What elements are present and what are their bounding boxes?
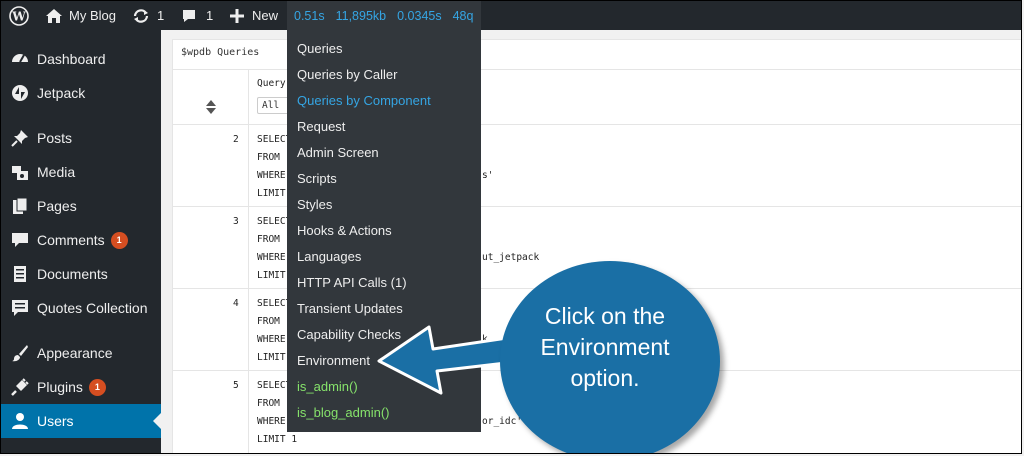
- dashboard-icon: [10, 49, 30, 69]
- query-from: FROM: [257, 152, 280, 163]
- qm-query-count: 48q: [452, 8, 474, 23]
- panel-title: $wpdb Queries: [181, 47, 260, 58]
- query-from: FROM: [257, 234, 280, 245]
- qm-menu-languages[interactable]: Languages: [297, 249, 361, 264]
- pages-icon: [10, 196, 30, 216]
- qm-menu-is-blog-admin[interactable]: is_blog_admin(): [297, 405, 390, 420]
- query-where: WHERE: [257, 334, 286, 345]
- qm-memory: 11,895kb: [335, 8, 387, 23]
- admin-sidebar: Dashboard Jetpack Posts Media Pages Comm…: [1, 30, 161, 453]
- home-icon: [45, 8, 63, 24]
- query-monitor-menu[interactable]: 0.51s 11,895kb 0.0345s 48q: [287, 1, 481, 30]
- screenshot-frame: W My Blog 1 1 New 0.51s 11,895kb 0.0345s…: [0, 0, 1022, 454]
- new-content-link[interactable]: New: [230, 1, 278, 30]
- qm-menu-queries-by-caller[interactable]: Queries by Caller: [297, 67, 397, 82]
- row-number: 5: [233, 380, 239, 391]
- sidebar-item-label: Documents: [37, 266, 108, 282]
- qm-db-time: 0.0345s: [397, 8, 442, 23]
- sidebar-item-comments[interactable]: Comments 1: [1, 223, 161, 257]
- sidebar-item-posts[interactable]: Posts: [1, 121, 161, 155]
- query-limit: LIMIT: [257, 270, 286, 281]
- plug-icon: [10, 377, 30, 397]
- query-limit: LIMIT: [257, 352, 286, 363]
- sidebar-item-label: Users: [37, 413, 74, 429]
- query-from: FROM: [257, 316, 280, 327]
- updates-count: 1: [157, 8, 165, 23]
- sidebar-item-jetpack[interactable]: Jetpack: [1, 76, 161, 110]
- query-where: WHERE: [257, 416, 286, 427]
- sidebar-item-label: Media: [37, 164, 76, 180]
- paintbrush-icon: [10, 343, 30, 363]
- pushpin-icon: [10, 128, 30, 148]
- site-name-link[interactable]: My Blog: [45, 1, 116, 30]
- sidebar-item-label: Quotes Collection: [37, 300, 148, 316]
- qm-menu-queries-by-component[interactable]: Queries by Component: [297, 93, 431, 108]
- query-from: FROM: [257, 398, 280, 409]
- quote-icon: [10, 298, 30, 318]
- callout-line-3: option.: [570, 365, 640, 391]
- query-limit: LIMIT: [257, 188, 286, 199]
- query-where-value: ut_jetpack: [482, 252, 540, 263]
- sidebar-item-dashboard[interactable]: Dashboard: [1, 42, 161, 76]
- comments-count: 1: [206, 8, 214, 23]
- sidebar-item-label: Comments: [37, 232, 105, 248]
- callout-text: Click on the Environment option.: [500, 301, 710, 394]
- qm-menu-environment[interactable]: Environment: [297, 353, 370, 368]
- sidebar-item-label: Jetpack: [37, 85, 86, 101]
- qm-menu-admin-screen[interactable]: Admin Screen: [297, 145, 379, 160]
- comment-icon: [181, 8, 197, 24]
- qm-menu-styles[interactable]: Styles: [297, 197, 332, 212]
- active-menu-arrow: [153, 413, 161, 429]
- site-name-label: My Blog: [69, 8, 116, 23]
- sidebar-item-plugins[interactable]: Plugins 1: [1, 370, 161, 404]
- sidebar-item-label: Posts: [37, 130, 73, 146]
- qm-menu-is-admin[interactable]: is_admin(): [297, 379, 358, 394]
- plugins-badge: 1: [88, 378, 106, 396]
- row-number: 2: [233, 134, 239, 145]
- new-label: New: [252, 8, 279, 23]
- sidebar-item-pages[interactable]: Pages: [1, 189, 161, 223]
- sidebar-item-documents[interactable]: Documents: [1, 257, 161, 291]
- svg-text:W: W: [11, 9, 26, 23]
- admin-bar: W My Blog 1 1 New 0.51s 11,895kb 0.0345s…: [1, 1, 1021, 30]
- sidebar-item-appearance[interactable]: Appearance: [1, 336, 161, 370]
- document-icon: [10, 264, 30, 284]
- column-divider: [248, 70, 249, 453]
- sidebar-item-label: Appearance: [37, 345, 113, 361]
- sidebar-item-label: Dashboard: [37, 51, 106, 67]
- qm-menu-hooks-actions[interactable]: Hooks & Actions: [297, 223, 392, 238]
- sidebar-item-quotes-collection[interactable]: Quotes Collection: [1, 291, 161, 325]
- query-where-value: or_idc': [482, 416, 523, 427]
- updates-icon: [132, 8, 150, 24]
- callout-line-2: Environment: [540, 334, 670, 360]
- qm-menu-request[interactable]: Request: [297, 119, 345, 134]
- plus-icon: [230, 8, 244, 23]
- callout-line-1: Click on the: [544, 303, 666, 329]
- query-column-header: Query: [257, 78, 286, 89]
- sidebar-item-media[interactable]: Media: [1, 155, 161, 189]
- row-number: 4: [233, 298, 239, 309]
- query-where: WHERE: [257, 170, 286, 181]
- user-icon: [10, 411, 30, 431]
- jetpack-icon: [10, 83, 30, 103]
- comment-icon: [10, 230, 30, 250]
- sidebar-item-users[interactable]: Users: [1, 404, 161, 438]
- sidebar-item-label: Plugins: [37, 379, 83, 395]
- row-number: 3: [233, 216, 239, 227]
- qm-menu-http-api-calls[interactable]: HTTP API Calls (1): [297, 275, 407, 290]
- updates-link[interactable]: 1: [132, 1, 164, 30]
- wordpress-logo-icon[interactable]: W: [9, 1, 29, 30]
- qm-page-time: 0.51s: [294, 8, 325, 23]
- comments-link[interactable]: 1: [181, 1, 213, 30]
- sidebar-item-label: Pages: [37, 198, 77, 214]
- query-where-value: s': [482, 170, 494, 181]
- sort-icon[interactable]: [206, 100, 216, 119]
- qm-menu-scripts[interactable]: Scripts: [297, 171, 337, 186]
- comments-badge: 1: [110, 231, 128, 249]
- qm-menu-queries[interactable]: Queries: [297, 41, 343, 56]
- query-where: WHERE: [257, 252, 286, 263]
- media-icon: [10, 162, 30, 182]
- query-limit: LIMIT 1: [257, 434, 298, 445]
